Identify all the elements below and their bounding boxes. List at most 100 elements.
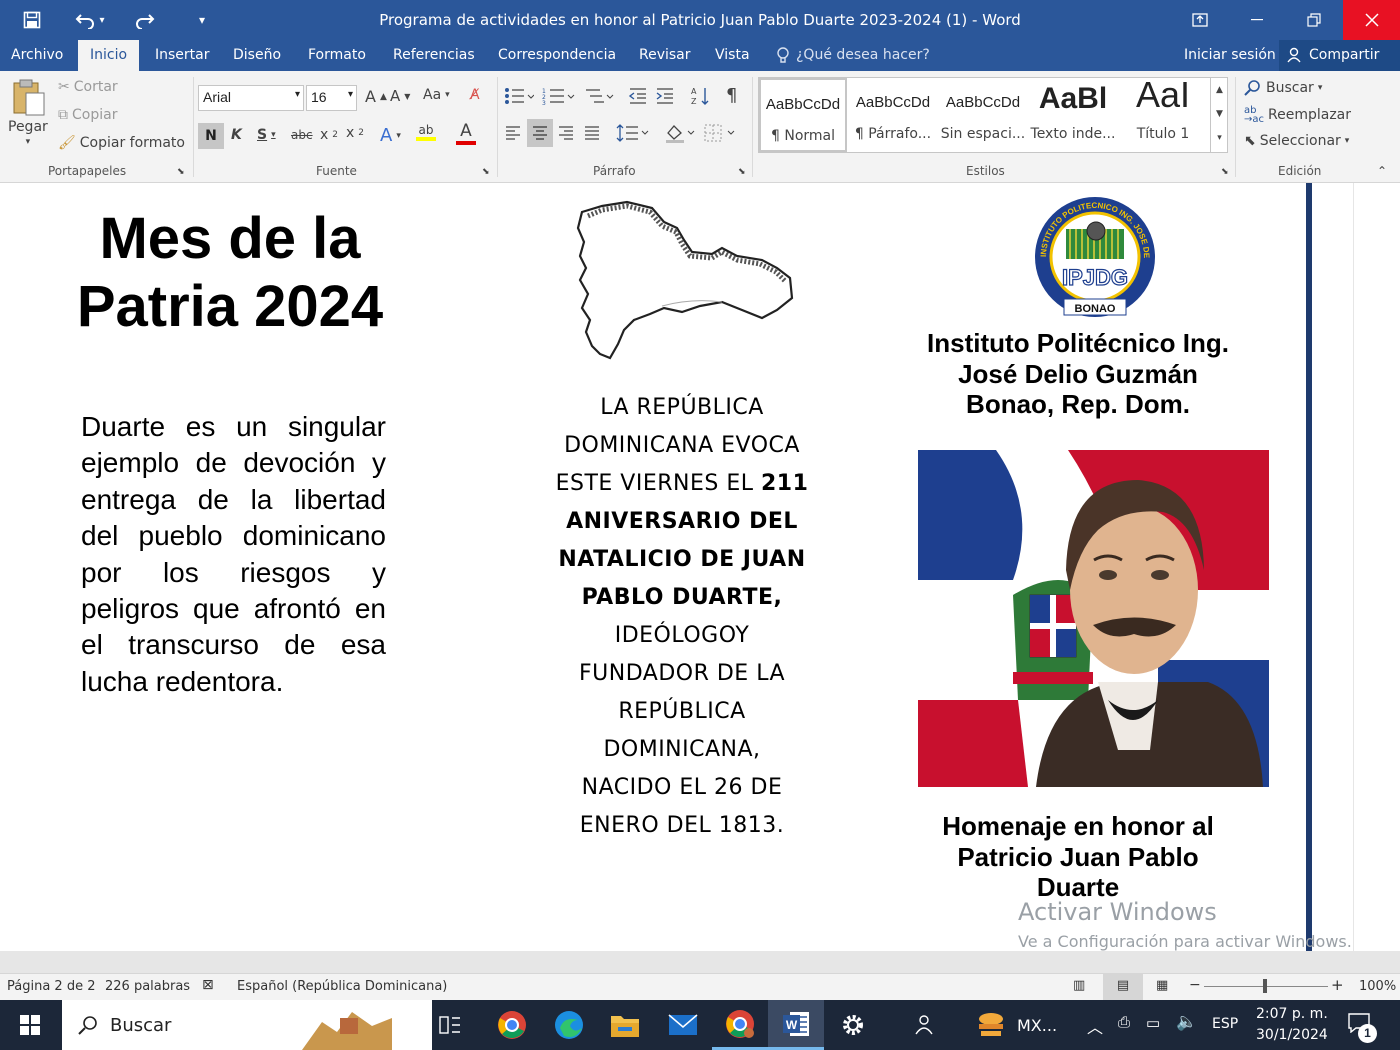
ribbon-display-icon[interactable]	[1171, 0, 1228, 40]
web-layout-icon[interactable]: ▦	[1156, 978, 1168, 993]
chevron-up-icon[interactable]: ▲	[1211, 78, 1228, 102]
minimize-icon[interactable]	[1228, 0, 1285, 40]
mail-icon[interactable]	[655, 1000, 711, 1050]
align-left-icon[interactable]	[504, 125, 522, 141]
font-color-icon[interactable]: A	[456, 121, 476, 145]
page-count[interactable]: Página 2 de 2	[7, 979, 95, 994]
font-launcher-icon[interactable]: ⬊	[482, 167, 490, 177]
task-view-icon[interactable]	[422, 1000, 478, 1050]
borders-icon[interactable]	[704, 123, 738, 143]
save-icon[interactable]	[14, 0, 50, 40]
multilevel-list-icon[interactable]	[584, 87, 614, 105]
word-count[interactable]: 226 palabras	[105, 979, 190, 994]
style-normal[interactable]: AaBbCcDd ¶ Normal	[759, 78, 847, 152]
superscript-icon[interactable]: x2	[346, 125, 364, 141]
shading-icon[interactable]	[664, 123, 696, 143]
cut-button[interactable]: ✂ Cortar	[58, 79, 118, 95]
align-center-button[interactable]	[527, 119, 553, 147]
bullets-icon[interactable]	[504, 87, 534, 105]
weather-widget[interactable]: MX...	[975, 1010, 1057, 1040]
bold-button[interactable]: N	[198, 123, 224, 149]
subscript-icon[interactable]: x2	[320, 127, 338, 143]
style-heading-1[interactable]: AaI Título 1	[1119, 78, 1207, 152]
file-explorer-icon[interactable]	[597, 1000, 653, 1050]
justify-icon[interactable]	[583, 125, 601, 141]
tab-insertar[interactable]: Insertar	[155, 40, 210, 71]
language-status[interactable]: Español (República Dominicana)	[237, 979, 447, 994]
highlight-icon[interactable]: ab	[416, 123, 436, 141]
zoom-level[interactable]: 100%	[1359, 979, 1396, 994]
edge-icon[interactable]	[541, 1000, 597, 1050]
clock[interactable]: 2:07 p. m. 30/1/2024	[1256, 1004, 1328, 1046]
customize-toolbar-icon[interactable]: ▾	[184, 0, 220, 40]
tab-vista[interactable]: Vista	[715, 40, 750, 71]
zoom-out-icon[interactable]: −	[1189, 977, 1201, 993]
decrease-indent-icon[interactable]	[628, 87, 648, 105]
tab-archivo[interactable]: Archivo	[11, 40, 63, 71]
tab-revisar[interactable]: Revisar	[639, 40, 691, 71]
collapse-ribbon-icon[interactable]: ⌃	[1377, 164, 1387, 178]
paste-button[interactable]: Pegar ▾	[8, 77, 48, 147]
align-right-icon[interactable]	[557, 125, 575, 141]
shrink-font-icon[interactable]: A ▼	[390, 87, 410, 105]
zoom-slider-thumb[interactable]	[1263, 979, 1267, 993]
sort-icon[interactable]: AZ	[691, 86, 711, 106]
tab-diseno[interactable]: Diseño	[233, 40, 281, 71]
select-button[interactable]: ⬉ Seleccionar ▾	[1244, 133, 1349, 149]
underline-button[interactable]: S ▾	[257, 127, 276, 143]
network-icon[interactable]: ▭	[1146, 1014, 1160, 1032]
word-taskbar-icon[interactable]: W	[768, 1000, 824, 1050]
zoom-in-icon[interactable]: +	[1331, 976, 1344, 994]
chevron-up-icon[interactable]: ︿	[1087, 1014, 1103, 1038]
language-indicator[interactable]: ESP	[1212, 1016, 1238, 1032]
numbering-icon[interactable]: 123	[542, 87, 576, 105]
strikethrough-button[interactable]: abc	[291, 128, 313, 142]
increase-indent-icon[interactable]	[655, 87, 675, 105]
tab-formato[interactable]: Formato	[308, 40, 366, 71]
style-paragraph[interactable]: AaBbCcDd ¶ Párrafo...	[849, 78, 937, 152]
taskbar-search-box[interactable]: Buscar	[62, 1000, 432, 1050]
clipboard-launcher-icon[interactable]: ⬊	[177, 167, 185, 177]
tab-correspondencia[interactable]: Correspondencia	[498, 40, 616, 71]
share-button[interactable]: Compartir	[1279, 40, 1400, 71]
replace-button[interactable]: ab →ac Reemplazar	[1244, 106, 1351, 125]
undo-dropdown-icon[interactable]: ▾	[92, 0, 112, 40]
copy-button[interactable]: ⧉ Copiar	[58, 107, 117, 123]
find-button[interactable]: Buscar ▾	[1244, 79, 1322, 97]
styles-launcher-icon[interactable]: ⬊	[1221, 167, 1229, 177]
style-indented-text[interactable]: AaBl Texto inde...	[1029, 78, 1117, 152]
tab-referencias[interactable]: Referencias	[393, 40, 475, 71]
font-name-select[interactable]: Arial ▾	[198, 85, 304, 111]
show-marks-icon[interactable]: ¶	[726, 85, 737, 106]
tab-inicio[interactable]: Inicio	[78, 40, 140, 71]
vertical-scrollbar[interactable]	[1353, 183, 1400, 951]
change-case-button[interactable]: Aa ▾	[423, 87, 450, 103]
italic-button[interactable]: K	[231, 127, 242, 143]
chrome-icon[interactable]	[484, 1000, 540, 1050]
windows-start-icon[interactable]	[2, 1000, 58, 1050]
format-painter-button[interactable]: 🖌 Copiar formato	[58, 135, 185, 151]
redo-icon[interactable]	[126, 0, 162, 40]
styles-scroll[interactable]: ▲ ▼ ▾	[1210, 78, 1228, 152]
paragraph-launcher-icon[interactable]: ⬊	[738, 167, 746, 177]
tell-me-box[interactable]: ¿Qué desea hacer?	[776, 40, 930, 71]
text-effects-icon[interactable]: A ▾	[380, 125, 401, 146]
clear-formatting-icon[interactable]: A̸	[470, 87, 480, 103]
people-icon[interactable]	[895, 1000, 951, 1050]
close-icon[interactable]	[1343, 0, 1400, 40]
signin-link[interactable]: Iniciar sesión	[1184, 40, 1276, 71]
volume-icon[interactable]: 🔈	[1176, 1012, 1197, 1032]
chevron-down-icon[interactable]: ▼	[1211, 102, 1228, 126]
chrome-profile-icon[interactable]	[712, 1000, 768, 1050]
read-mode-icon[interactable]: ▥	[1073, 978, 1085, 993]
meet-now-icon[interactable]: ⎙	[1118, 1014, 1130, 1031]
more-styles-icon[interactable]: ▾	[1211, 126, 1228, 150]
document-page[interactable]: Mes de la Patria 2024 Duarte es un singu…	[0, 183, 1353, 951]
proofing-icon[interactable]: ⊠	[202, 977, 214, 993]
grow-font-icon[interactable]: A ▲	[365, 87, 387, 106]
restore-icon[interactable]	[1285, 0, 1342, 40]
line-spacing-icon[interactable]	[616, 123, 650, 143]
font-size-select[interactable]: 16 ▾	[306, 85, 357, 111]
settings-gear-icon[interactable]	[825, 1000, 881, 1050]
print-layout-icon[interactable]: ▤	[1103, 974, 1143, 1000]
